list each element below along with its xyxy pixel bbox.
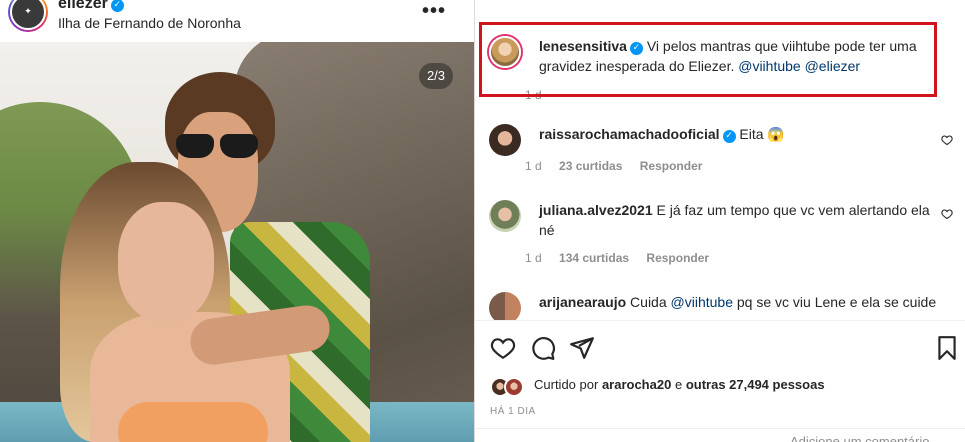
photo-bikini [118, 402, 268, 442]
comment-text: Cuida [630, 294, 667, 310]
carousel-counter: 2/3 [419, 63, 453, 89]
liked-user-link[interactable]: ararocha20 [602, 377, 671, 392]
avatar-image: ✦ [10, 0, 46, 30]
share-send-icon[interactable] [569, 335, 595, 361]
comment-meta: 1 d 134 curtidas Responder [525, 251, 723, 265]
save-bookmark-icon[interactable] [934, 335, 960, 361]
liked-middle: e [674, 377, 683, 392]
liked-others-link[interactable]: outras 27,494 pessoas [686, 377, 825, 392]
photo-sunglasses [170, 134, 260, 158]
commenter-avatar[interactable] [489, 200, 521, 232]
commenter-username[interactable]: raissarochamachadooficial [539, 126, 720, 142]
reply-button[interactable]: Responder [646, 251, 709, 265]
comment-time[interactable]: 1 d [525, 159, 542, 173]
like-heart-icon[interactable] [490, 335, 516, 361]
liked-by-summary: Curtido por ararocha20 e outras 27,494 p… [534, 377, 825, 392]
comment-body: raissarochamachadooficial ✓ Eita 😱 [539, 124, 944, 144]
reply-button[interactable]: Responder [640, 159, 703, 173]
post-header: ✦ eliezer ✓ Ilha de Fernando de Noronha •… [0, 0, 474, 42]
mention-link[interactable]: @viihtube [671, 294, 733, 310]
highlight-box [479, 22, 937, 97]
more-options-icon[interactable]: ••• [422, 0, 446, 23]
liked-prefix: Curtido por [534, 377, 599, 392]
comment-text: Eita 😱 [739, 126, 785, 142]
post-timestamp[interactable]: HÁ 1 DIA [490, 406, 536, 417]
comment-text: pq se vc viu Lene e ela se cuide [736, 294, 937, 310]
add-comment-input[interactable]: Adicione um comentário... [790, 434, 940, 442]
author-avatar[interactable]: ✦ [8, 0, 48, 32]
like-comment-heart-icon[interactable] [941, 208, 953, 220]
commenter-username[interactable]: arijanearaujo [539, 294, 626, 310]
post-photo[interactable]: 2/3 [0, 42, 474, 442]
comment-likes[interactable]: 23 curtidas [559, 159, 622, 173]
like-comment-heart-icon[interactable] [941, 134, 953, 146]
actions-divider [475, 320, 965, 321]
comment-time[interactable]: 1 d [525, 251, 542, 265]
comment-body: arijanearaujo Cuida @viihtube pq se vc v… [539, 292, 944, 312]
post-media-panel: ✦ eliezer ✓ Ilha de Fernando de Noronha •… [0, 0, 474, 442]
comment-item: juliana.alvez2021 E já faz um tempo que … [489, 200, 959, 244]
comment-item: raissarochamachadooficial ✓ Eita 😱 [489, 124, 959, 164]
photo-woman-face [118, 202, 214, 322]
commenter-avatar[interactable] [489, 292, 521, 320]
comment-item: arijanearaujo Cuida @viihtube pq se vc v… [489, 292, 959, 320]
post-location[interactable]: Ilha de Fernando de Noronha [58, 15, 241, 31]
commenter-avatar[interactable] [489, 124, 521, 156]
bottom-divider [475, 428, 965, 429]
comment-likes[interactable]: 134 curtidas [559, 251, 629, 265]
commenter-username[interactable]: juliana.alvez2021 [539, 202, 653, 218]
comment-body: juliana.alvez2021 E já faz um tempo que … [539, 200, 944, 240]
verified-badge-icon: ✓ [110, 0, 124, 12]
liked-by-avatars[interactable] [490, 377, 530, 397]
author-username-text[interactable]: eliezer [58, 0, 108, 12]
author-username[interactable]: eliezer ✓ [58, 0, 124, 13]
comment-bubble-icon[interactable] [530, 335, 556, 361]
comment-meta: 1 d 23 curtidas Responder [525, 159, 716, 173]
verified-badge-icon: ✓ [722, 130, 736, 143]
